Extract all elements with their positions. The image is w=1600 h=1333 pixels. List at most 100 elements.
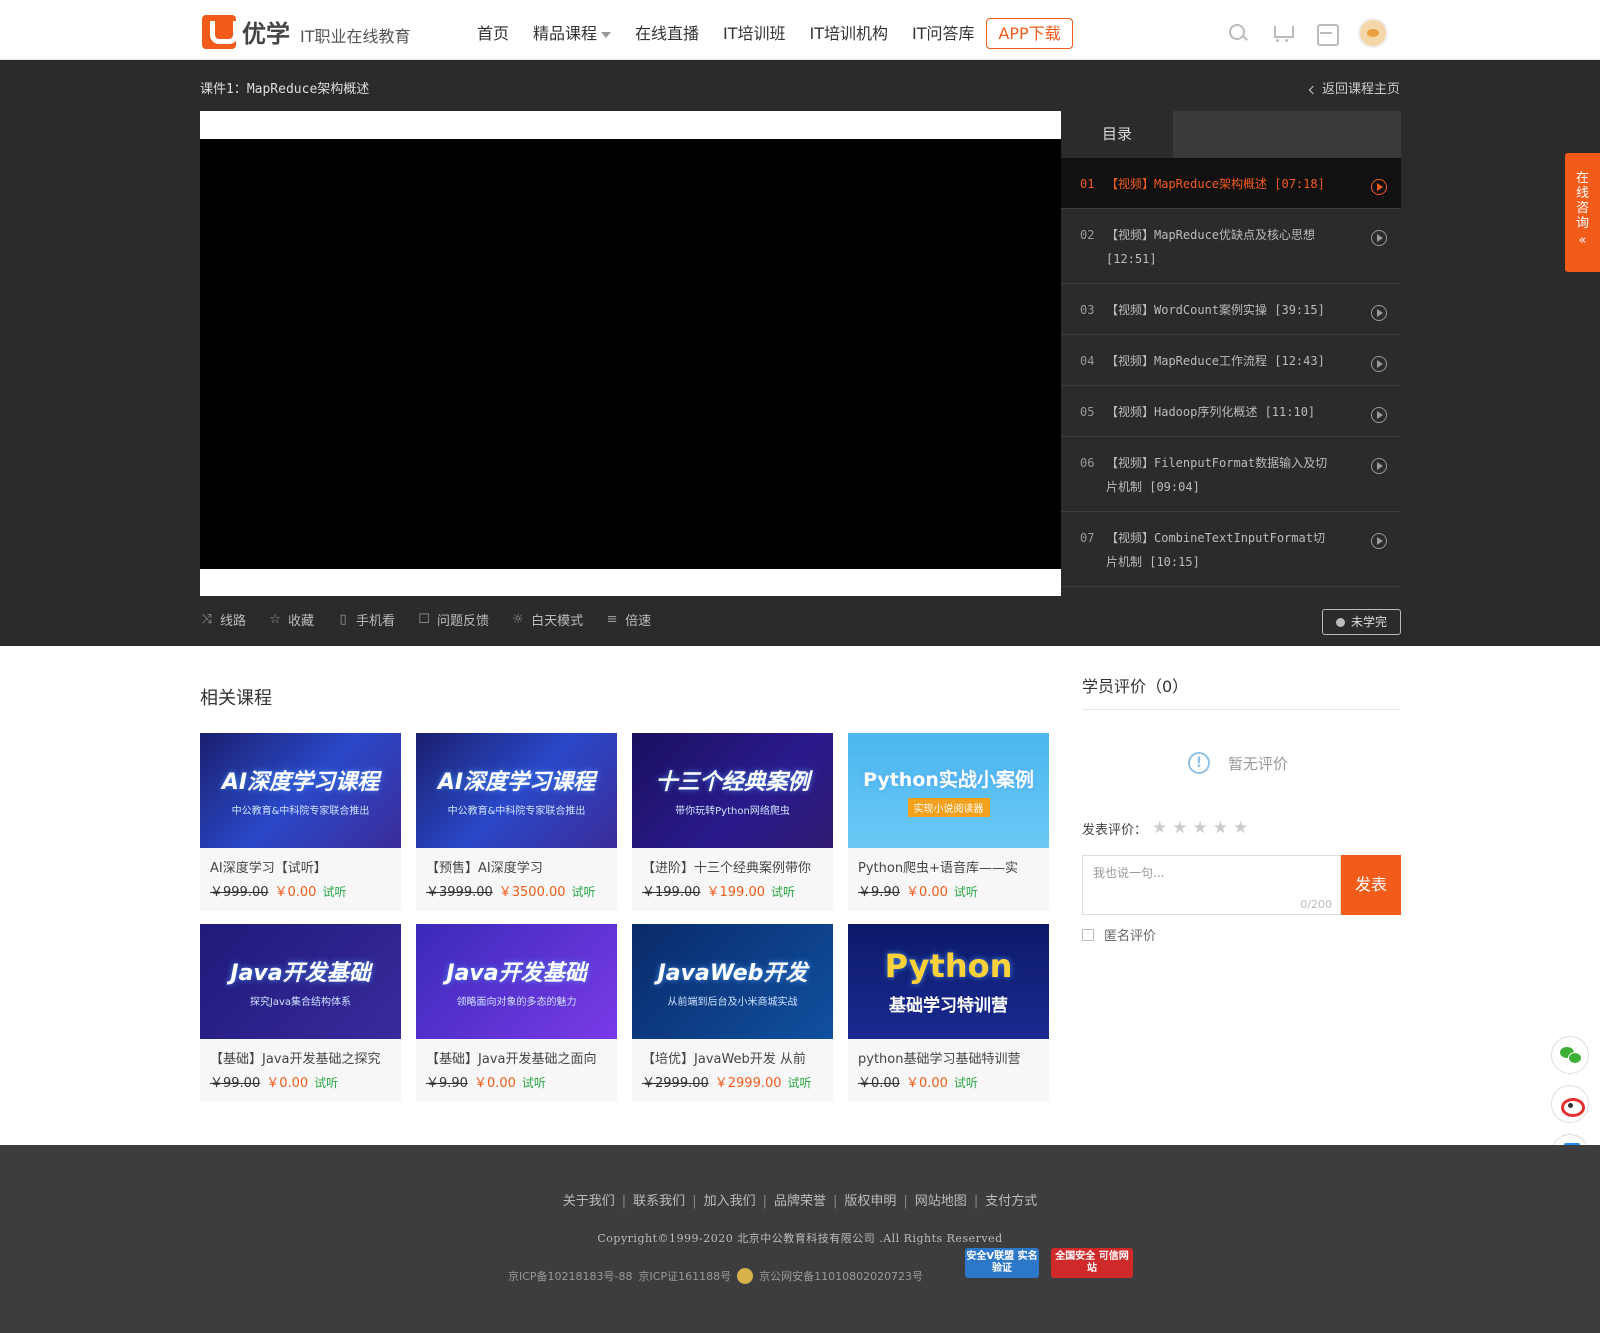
course-thumbnail[interactable]: Java开发基础 领略面向对象的多态的魅力 [416,924,617,1039]
control-star[interactable]: ☆ 收藏 [268,610,314,629]
course-card[interactable]: 十三个经典案例 带你玩转Python网络爬虫 【进阶】十三个经典案例带你 ￥199.0… [632,733,833,911]
play-circle-icon[interactable] [1371,230,1387,246]
trial-tag[interactable]: 试听 [954,885,978,899]
course-card[interactable]: JavaWeb开发 从前端到后台及小米商城实战 【培优】JavaWeb开发 从前 ￥2… [632,924,833,1102]
rating-star-icon[interactable]: ★ [1193,818,1208,838]
trial-tag[interactable]: 试听 [572,885,596,899]
nav-live[interactable]: 在线直播 [635,20,699,44]
anonymous-checkbox[interactable] [1082,928,1094,941]
control-feedback[interactable]: ☐ 问题反馈 [417,610,489,629]
course-name[interactable]: 【基础】Java开发基础之面向 [416,1039,617,1067]
play-circle-icon[interactable] [1371,407,1387,423]
control-speed[interactable]: ≡ 倍速 [605,610,651,629]
nav-institutions[interactable]: IT培训机构 [810,20,889,44]
security-alliance-badge[interactable]: 安全V联盟 实名验证 [965,1248,1039,1278]
course-name[interactable]: 【进阶】十三个经典案例带你 [632,848,833,876]
play-circle-icon[interactable] [1371,458,1387,474]
icp-license[interactable]: 京ICP证161188号 [639,1268,732,1284]
playlist-item[interactable]: 01 【视频】MapReduce架构概述 [07:18] [1061,158,1401,209]
top-header: 优学 IT职业在线教育 首页 精品课程 在线直播 IT培训班 IT培训机构 IT… [0,0,1600,60]
trial-tag[interactable]: 试听 [954,1076,978,1090]
online-consult-tab[interactable]: 在线咨询 « [1565,153,1600,272]
playlist-item-number: 02 [1080,228,1095,242]
comment-input[interactable]: 我也说一句... 0/200 [1082,855,1341,915]
course-card[interactable]: Python 基础学习特训营 python基础学习基础特训营 ￥0.00 ￥0.00 试听 [848,924,1049,1102]
wechat-icon[interactable] [1551,1036,1589,1074]
cart-icon[interactable] [1270,21,1294,45]
course-name[interactable]: 【基础】Java开发基础之探究 [200,1039,401,1067]
submit-review-button[interactable]: 发表 [1341,855,1401,915]
control-phone[interactable]: ▯ 手机看 [336,610,395,629]
search-icon[interactable] [1226,21,1250,45]
trial-tag[interactable]: 试听 [314,1076,338,1090]
playlist-item-number: 01 [1080,177,1095,191]
course-name[interactable]: python基础学习基础特训营 [848,1039,1049,1067]
original-price: ￥9.90 [426,1076,468,1091]
footer-link[interactable]: 加入我们 [704,1194,756,1209]
trial-tag[interactable]: 试听 [522,1076,546,1090]
rating-star-icon[interactable]: ★ [1172,818,1187,838]
scan-icon[interactable] [1314,21,1339,46]
course-thumbnail[interactable]: Python实战小案例 实现小说阅读器 [848,733,1049,848]
footer-link[interactable]: 关于我们 [563,1194,615,1209]
footer-link[interactable]: 版权申明 [844,1194,896,1209]
course-name[interactable]: 【培优】JavaWeb开发 从前 [632,1039,833,1067]
site-logo[interactable]: 优学 IT职业在线教育 [202,14,411,49]
course-card[interactable]: Java开发基础 领略面向对象的多态的魅力 【基础】Java开发基础之面向 ￥9.90… [416,924,617,1102]
playlist-item-number: 07 [1080,531,1095,545]
rating-star-icon[interactable]: ★ [1233,818,1248,838]
trusted-site-badge[interactable]: 全国安全 可信网站 [1051,1248,1133,1278]
course-card[interactable]: Python实战小案例 实现小说阅读器 Python爬虫+语音库——实 ￥9.90 ￥0… [848,733,1049,911]
course-thumbnail[interactable]: JavaWeb开发 从前端到后台及小米商城实战 [632,924,833,1039]
public-security-record[interactable]: 京公网安备11010802020723号 [759,1268,923,1284]
playlist-item[interactable]: 02 【视频】MapReduce优缺点及核心思想 [12:51] [1061,209,1401,284]
anonymous-review-option[interactable]: 匿名评价 [1082,925,1156,944]
course-thumbnail[interactable]: Java开发基础 探究Java集合结构体系 [200,924,401,1039]
back-to-course-link[interactable]: 返回课程主页 [1308,78,1400,97]
trial-tag[interactable]: 试听 [771,885,795,899]
nav-courses[interactable]: 精品课程 [533,20,612,44]
course-thumbnail[interactable]: AI深度学习课程 中公教育&中科院专家联合推出 [200,733,401,848]
nav-home[interactable]: 首页 [477,20,509,44]
rating-star-icon[interactable]: ★ [1213,818,1228,838]
playlist-item[interactable]: 05 【视频】Hadoop序列化概述 [11:10] [1061,386,1401,437]
footer-link[interactable]: 品牌荣誉 [774,1194,826,1209]
course-name[interactable]: Python爬虫+语音库——实 [848,848,1049,876]
course-thumbnail[interactable]: AI深度学习课程 中公教育&中科院专家联合推出 [416,733,617,848]
weibo-icon[interactable] [1551,1085,1589,1123]
trial-tag[interactable]: 试听 [788,1076,812,1090]
playlist-item[interactable]: 03 【视频】WordCount案例实操 [39:15] [1061,284,1401,335]
footer-link[interactable]: 网站地图 [915,1194,967,1209]
course-price: ￥999.00 ￥0.00 试听 [200,876,401,900]
icp-record[interactable]: 京ICP备10218183号-88 [508,1268,633,1284]
nav-training[interactable]: IT培训班 [723,20,786,44]
video-screen[interactable] [200,139,1061,569]
tab-catalog[interactable]: 目录 [1061,111,1173,158]
course-name[interactable]: AI深度学习【试听】 [200,848,401,876]
video-player[interactable] [200,111,1061,596]
course-name[interactable]: 【预售】AI深度学习 [416,848,617,876]
course-thumbnail[interactable]: Python 基础学习特训营 [848,924,1049,1039]
footer-link[interactable]: 联系我们 [633,1194,685,1209]
course-thumbnail[interactable]: 十三个经典案例 带你玩转Python网络爬虫 [632,733,833,848]
play-circle-icon[interactable] [1371,305,1387,321]
app-download-button[interactable]: APP下载 [986,18,1073,49]
course-card[interactable]: AI深度学习课程 中公教育&中科院专家联合推出 【预售】AI深度学习 ￥3999.00… [416,733,617,911]
nav-qa[interactable]: IT问答库 [912,20,975,44]
footer-link[interactable]: 支付方式 [985,1194,1037,1209]
control-sun[interactable]: ☼ 白天模式 [511,610,583,629]
rating-star-icon[interactable]: ★ [1152,818,1167,838]
playlist-item[interactable]: 07 【视频】CombineTextInputFormat切片机制 [10:15] [1061,512,1401,587]
playlist-item[interactable]: 04 【视频】MapReduce工作流程 [12:43] [1061,335,1401,386]
play-circle-icon[interactable] [1371,533,1387,549]
playlist-item[interactable]: 06 【视频】FilenputFormat数据输入及切片机制 [09:04] [1061,437,1401,512]
control-shuffle[interactable]: ⤨ 线路 [200,610,246,629]
original-price: ￥3999.00 [426,885,493,900]
course-card[interactable]: Java开发基础 探究Java集合结构体系 【基础】Java开发基础之探究 ￥99.0… [200,924,401,1102]
play-circle-icon[interactable] [1371,179,1387,195]
play-circle-icon[interactable] [1371,356,1387,372]
trial-tag[interactable]: 试听 [322,885,346,899]
avatar[interactable] [1358,18,1388,48]
progress-status-button[interactable]: 未学完 [1322,609,1401,635]
course-card[interactable]: AI深度学习课程 中公教育&中科院专家联合推出 AI深度学习【试听】 ￥999.00 ￥… [200,733,401,911]
